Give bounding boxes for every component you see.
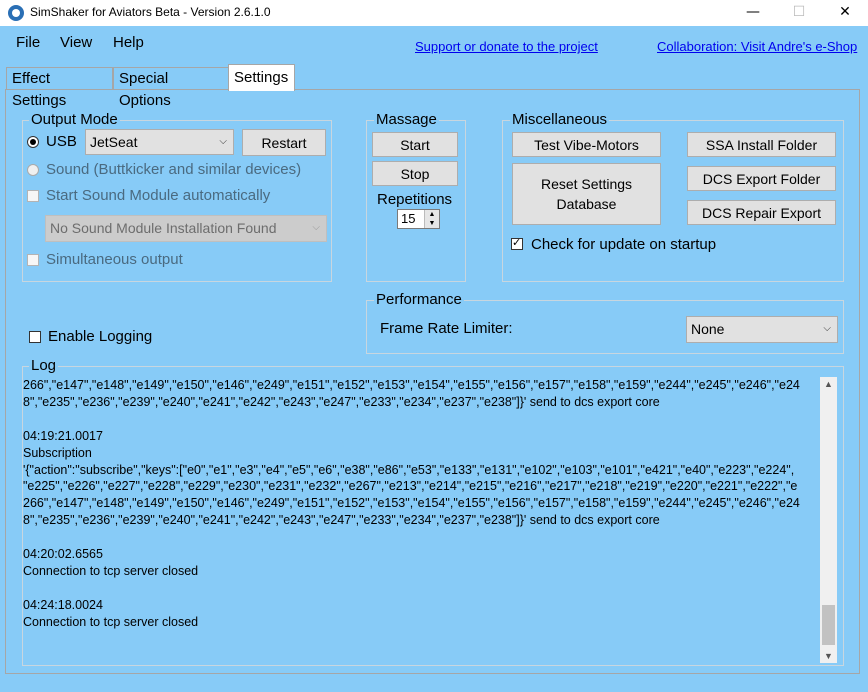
chevron-down-icon: ⌵ [312,222,320,233]
massage-start-button[interactable]: Start [372,132,458,157]
log-line: '{"action":"subscribe","keys":["e0","e1"… [23,462,795,477]
simultaneous-label: Simultaneous output [46,251,183,268]
simultaneous-checkbox[interactable] [27,254,39,266]
massage-title: Massage [374,111,439,128]
sound-label: Sound (Buttkicker and similar devices) [46,161,302,178]
log-line: 266","e147","e148","e149","e150","e146",… [23,496,800,511]
close-button[interactable]: ✕ [822,0,868,26]
massage-stop-button[interactable]: Stop [372,161,458,186]
tab-special-options[interactable]: Special Options [113,67,229,109]
usb-label: USB [46,133,77,150]
chevron-down-icon: ⌵ [219,136,227,147]
repetitions-stepper[interactable]: 15 ▲ ▼ [397,209,440,229]
maximize-button[interactable]: ☐ [776,0,822,26]
tab-settings[interactable]: Settings [228,64,295,91]
chevron-down-icon: ⌵ [823,323,831,334]
ssa-install-folder-button[interactable]: SSA Install Folder [687,132,836,157]
log-scrollbar[interactable]: ▲ ▼ [820,377,837,663]
frame-rate-select[interactable]: None ⌵ [686,316,838,343]
log-line: 8","e235","e236","e239","e240","e241","e… [23,394,660,409]
check-update-label: Check for update on startup [531,236,717,253]
window-title: SimShaker for Aviators Beta - Version 2.… [30,5,271,19]
sound-module-value: No Sound Module Installation Found [50,220,277,236]
title-bar: SimShaker for Aviators Beta - Version 2.… [0,0,868,26]
reset-settings-line1: Reset Settings [540,176,633,192]
repetitions-label: Repetitions [377,191,453,208]
sound-radio[interactable] [27,164,39,176]
check-update-checkbox[interactable] [511,236,523,250]
log-line: 04:20:02.6565 [23,547,103,562]
sound-module-select[interactable]: No Sound Module Installation Found ⌵ [45,215,327,242]
dcs-export-folder-button[interactable]: DCS Export Folder [687,166,836,191]
performance-title: Performance [374,291,464,308]
scroll-down-icon[interactable]: ▼ [820,649,837,663]
enable-logging-checkbox[interactable] [29,331,41,343]
start-sound-label: Start Sound Module automatically [46,187,271,204]
log-line: 04:24:18.0024 [23,597,103,612]
log-line: Connection to tcp server closed [23,614,199,629]
usb-device-select[interactable]: JetSeat ⌵ [85,129,234,155]
frame-rate-value: None [691,321,725,337]
start-sound-checkbox[interactable] [27,190,39,202]
scroll-up-icon[interactable]: ▲ [820,377,837,391]
usb-radio[interactable] [27,136,39,148]
log-line: 8","e235","e236","e239","e240","e241","e… [23,513,660,528]
reset-settings-line2: Database [556,196,617,212]
test-vibe-motors-button[interactable]: Test Vibe-Motors [512,132,661,157]
log-line: 266","e147","e148","e149","e150","e146",… [23,378,800,392]
dcs-repair-export-button[interactable]: DCS Repair Export [687,200,836,225]
log-line: "e225","e226","e227","e228","e229","e230… [23,479,798,494]
reset-settings-database-button[interactable]: Reset Settings Database [512,163,661,225]
log-title: Log [29,357,59,374]
stepper-down-icon[interactable]: ▼ [424,219,439,228]
support-link[interactable]: Support or donate to the project [415,39,598,54]
stepper-up-icon[interactable]: ▲ [424,210,439,219]
log-line: Subscription [23,445,92,460]
tab-effect-settings[interactable]: Effect Settings [6,67,113,109]
scroll-thumb[interactable] [822,605,835,645]
log-textarea[interactable]: 266","e147","e148","e149","e150","e146",… [23,377,820,663]
minimize-button[interactable]: — [730,0,776,26]
enable-logging-label: Enable Logging [48,328,153,345]
usb-device-value: JetSeat [90,134,138,150]
repetitions-value: 15 [401,211,416,226]
log-line: Connection to tcp server closed [23,563,199,578]
collaboration-link[interactable]: Collaboration: Visit Andre's e-Shop [657,39,857,54]
app-logo-icon [8,5,24,21]
restart-button[interactable]: Restart [242,129,326,156]
output-mode-title: Output Mode [29,111,120,128]
menu-help[interactable]: Help [113,34,144,51]
menu-view[interactable]: View [60,34,92,51]
miscellaneous-title: Miscellaneous [510,111,610,128]
frame-rate-label: Frame Rate Limiter: [380,320,513,337]
log-line: 04:19:21.0017 [23,428,103,443]
menu-file[interactable]: File [16,34,40,51]
